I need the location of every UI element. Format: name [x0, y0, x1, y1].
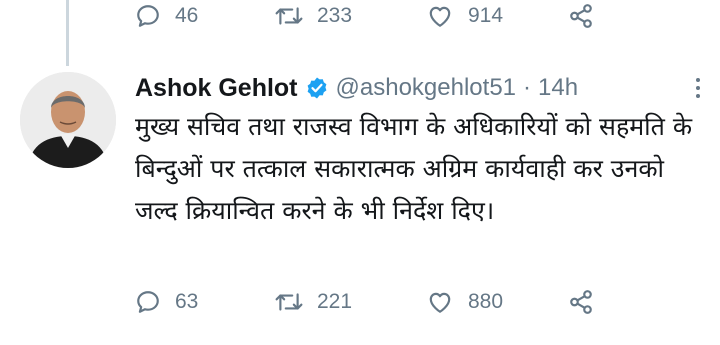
like-button[interactable]: 880 — [426, 289, 567, 315]
previous-share-button[interactable] — [567, 3, 595, 29]
previous-reply-count: 46 — [175, 4, 199, 27]
avatar[interactable] — [20, 72, 116, 168]
heart-icon — [429, 292, 451, 313]
retweet-button[interactable]: 221 — [275, 289, 426, 315]
reply-count: 63 — [175, 290, 199, 313]
previous-like-count: 914 — [468, 4, 504, 27]
tweet-header: Ashok Gehlot @ashokgehlot51 · 14h — [135, 68, 705, 108]
more-dot — [696, 78, 700, 82]
separator-dot: · — [523, 74, 532, 101]
heart-icon — [429, 6, 451, 27]
previous-reply-button[interactable]: 46 — [135, 3, 275, 29]
previous-retweet-button[interactable]: 233 — [275, 3, 426, 29]
reply-icon — [137, 5, 159, 27]
previous-retweet-count: 233 — [317, 4, 353, 27]
reply-button[interactable]: 63 — [135, 289, 275, 315]
retweet-count: 221 — [317, 290, 353, 313]
share-button[interactable] — [567, 289, 595, 315]
user-handle[interactable]: @ashokgehlot51 — [336, 74, 517, 102]
previous-tweet-action-bar: 46 233 914 — [135, 0, 595, 32]
retweet-icon — [275, 293, 303, 311]
more-icon[interactable] — [696, 78, 700, 98]
like-count: 880 — [468, 290, 504, 313]
share-icon — [570, 290, 592, 314]
previous-like-button[interactable]: 914 — [426, 3, 567, 29]
tweet-action-bar: 63 221 880 — [135, 286, 595, 318]
retweet-icon — [275, 7, 303, 25]
share-icon — [570, 4, 592, 28]
reply-icon — [137, 291, 159, 313]
tweet-timestamp[interactable]: 14h — [538, 74, 578, 102]
tweet-text: मुख्य सचिव तथा राजस्व विभाग के अधिकारियो… — [135, 112, 693, 225]
more-dot — [696, 94, 700, 98]
display-name[interactable]: Ashok Gehlot — [135, 74, 298, 103]
thread-line — [66, 0, 69, 66]
avatar-image — [20, 72, 116, 168]
more-dot — [696, 86, 700, 90]
verified-badge-icon — [305, 76, 329, 100]
